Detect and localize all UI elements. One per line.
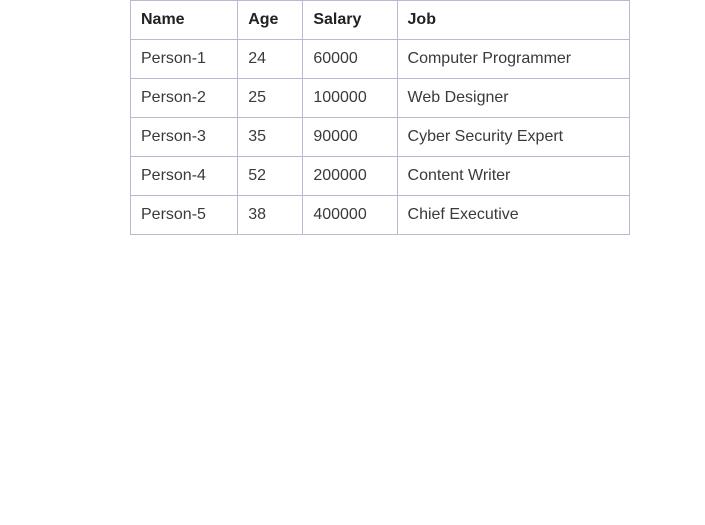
cell-name: Person-3 [129, 117, 239, 157]
table-row: Person-3 35 90000 Cyber Security Expert [129, 117, 631, 157]
cell-age: 24 [237, 39, 304, 79]
cell-age: 25 [237, 78, 304, 118]
cell-salary: 200000 [302, 156, 398, 196]
column-header-job: Job [396, 0, 631, 40]
table-header: Name Age Salary Job [129, 0, 631, 40]
cell-name: Person-2 [129, 78, 239, 118]
cell-job: Computer Programmer [396, 39, 631, 79]
cell-salary: 400000 [302, 195, 398, 235]
header-row: Name Age Salary Job [129, 0, 631, 40]
table-body: Person-1 24 60000 Computer Programmer Pe… [129, 39, 631, 235]
table-row: Person-1 24 60000 Computer Programmer [129, 39, 631, 79]
cell-job: Cyber Security Expert [396, 117, 631, 157]
cell-salary: 60000 [302, 39, 398, 79]
column-header-name: Name [129, 0, 239, 40]
cell-salary: 100000 [302, 78, 398, 118]
cell-name: Person-5 [129, 195, 239, 235]
cell-age: 52 [237, 156, 304, 196]
cell-age: 35 [237, 117, 304, 157]
table-row: Person-5 38 400000 Chief Executive [129, 195, 631, 235]
cell-name: Person-4 [129, 156, 239, 196]
column-header-age: Age [237, 0, 304, 40]
cell-age: 38 [237, 195, 304, 235]
cell-name: Person-1 [129, 39, 239, 79]
people-table: Name Age Salary Job Person-1 24 60000 Co… [129, 0, 631, 235]
table-row: Person-2 25 100000 Web Designer [129, 78, 631, 118]
cell-job: Content Writer [396, 156, 631, 196]
cell-job: Chief Executive [396, 195, 631, 235]
cell-salary: 90000 [302, 117, 398, 157]
cell-job: Web Designer [396, 78, 631, 118]
table-row: Person-4 52 200000 Content Writer [129, 156, 631, 196]
column-header-salary: Salary [302, 0, 398, 40]
